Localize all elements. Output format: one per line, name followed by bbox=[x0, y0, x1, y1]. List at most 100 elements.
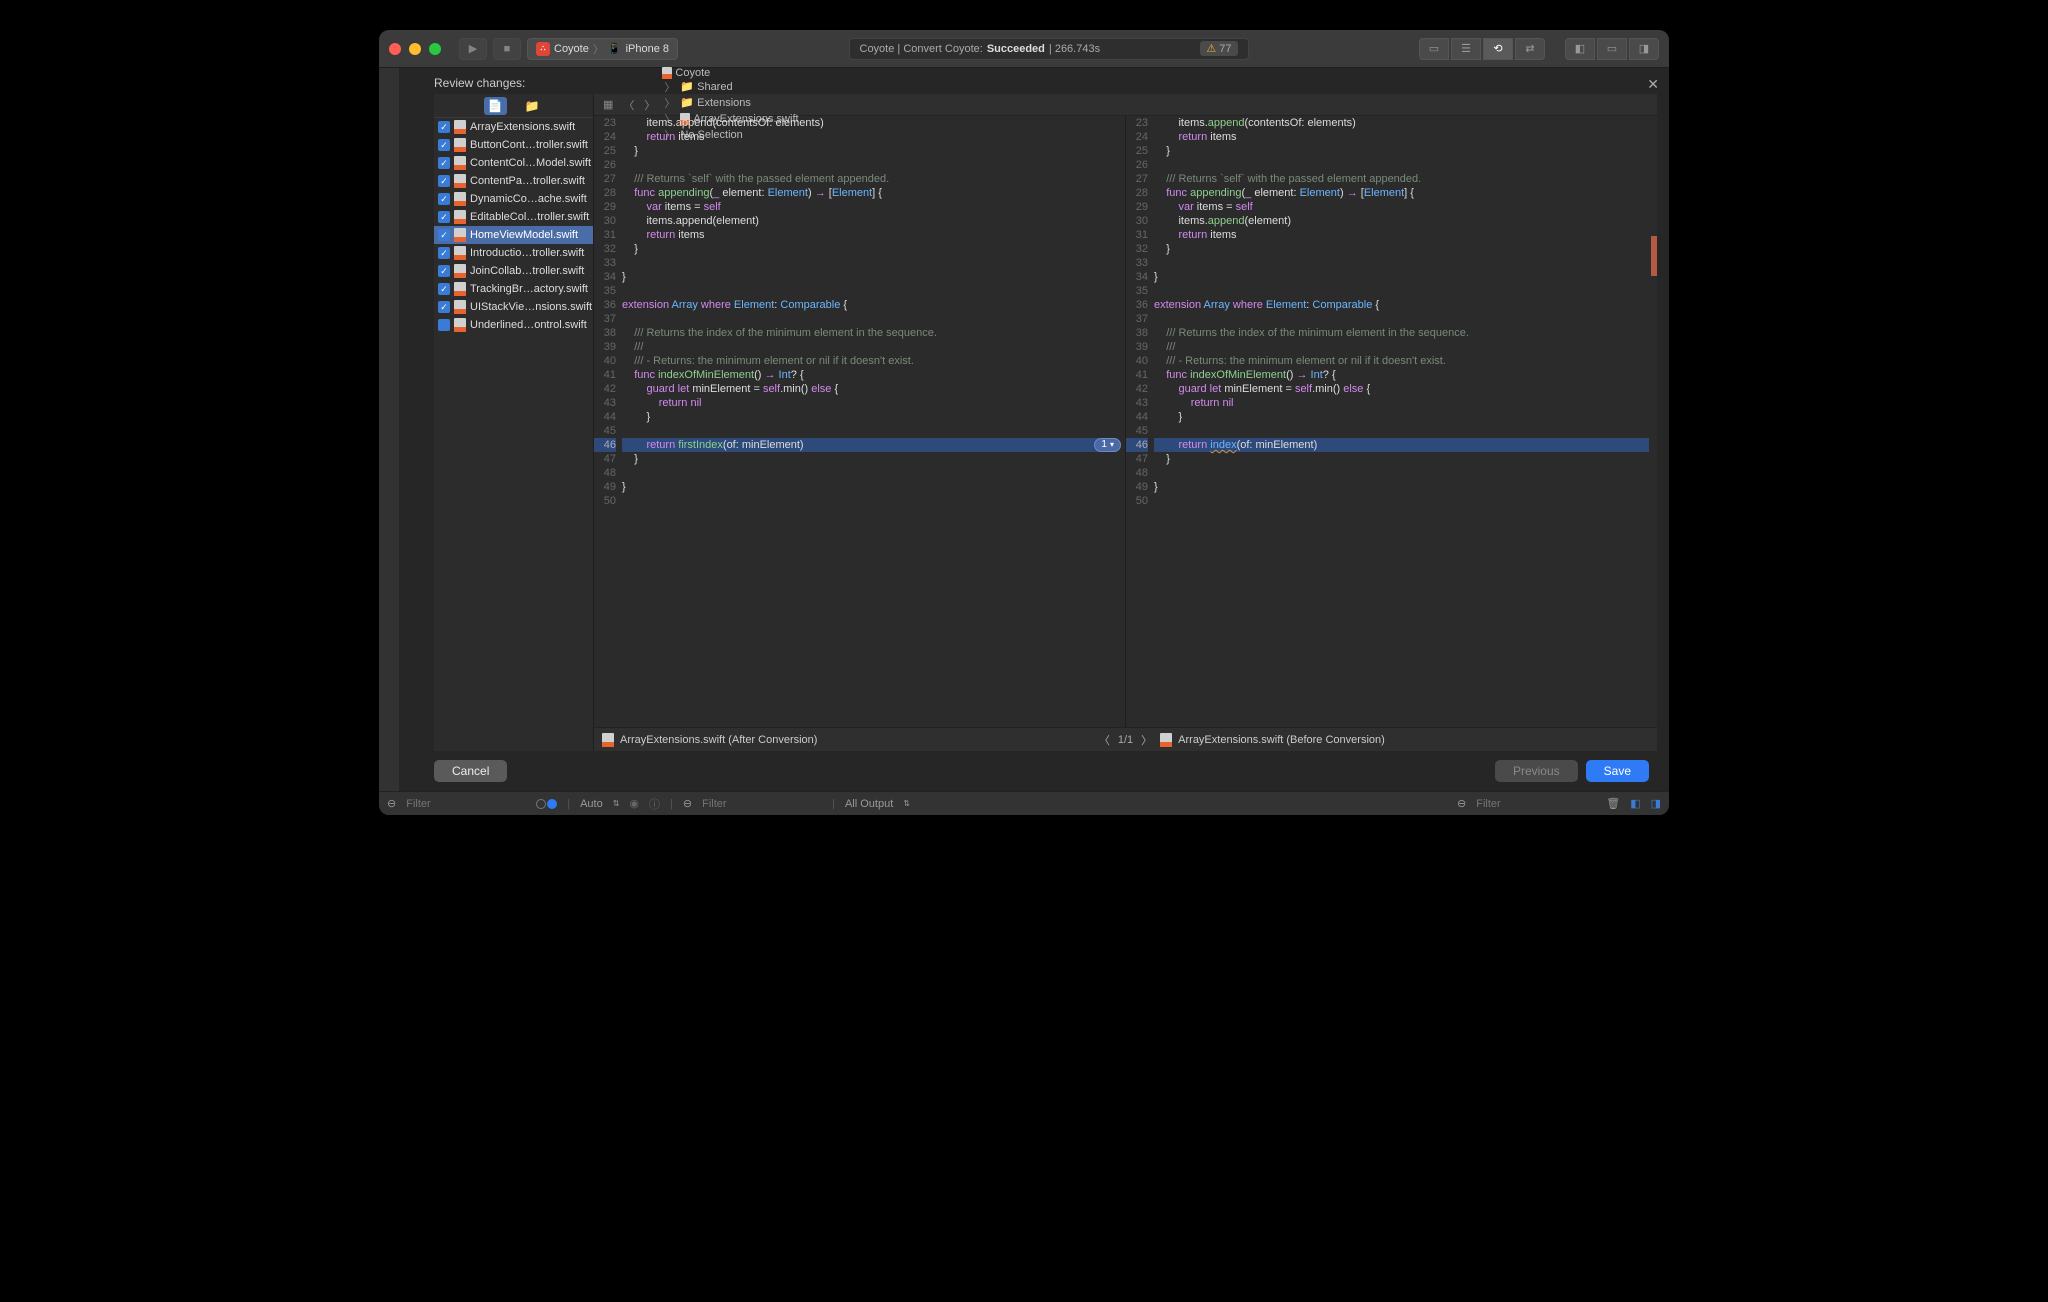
checkbox[interactable]: ✓ bbox=[438, 229, 450, 241]
next-change[interactable]: 〉 bbox=[1141, 732, 1152, 748]
run-button[interactable]: ▶ bbox=[459, 38, 487, 60]
trash-icon[interactable]: 🗑 bbox=[1606, 797, 1620, 810]
file-item[interactable]: ✓ContentPa…troller.swift bbox=[434, 172, 593, 190]
code-line[interactable]: var items = self bbox=[622, 200, 1117, 214]
checkbox[interactable]: ✓ bbox=[438, 283, 450, 295]
code-line[interactable]: } bbox=[1154, 480, 1649, 494]
file-item[interactable]: ✓Introductio…troller.swift bbox=[434, 244, 593, 262]
code-line[interactable]: } bbox=[622, 410, 1117, 424]
code-line[interactable]: return items bbox=[622, 130, 1117, 144]
code-line[interactable] bbox=[1154, 256, 1649, 270]
checkbox[interactable]: ✓ bbox=[438, 211, 450, 223]
code-line[interactable]: /// - Returns: the minimum element or ni… bbox=[1154, 354, 1649, 368]
split-left-icon[interactable]: ◧ bbox=[1630, 797, 1640, 810]
code-line[interactable]: } bbox=[1154, 452, 1649, 466]
split-right-icon[interactable]: ◨ bbox=[1651, 797, 1661, 810]
code-line[interactable] bbox=[622, 284, 1117, 298]
code-line[interactable]: } bbox=[622, 480, 1117, 494]
standard-editor[interactable]: ▭ bbox=[1419, 38, 1449, 60]
minimap[interactable] bbox=[1651, 126, 1657, 571]
code-line[interactable]: /// bbox=[1154, 340, 1649, 354]
code-line[interactable]: } bbox=[622, 452, 1117, 466]
file-item[interactable]: ✓ButtonCont…troller.swift bbox=[434, 136, 593, 154]
related-items-icon[interactable]: ▦ bbox=[600, 98, 616, 111]
code-line[interactable]: /// Returns the index of the minimum ele… bbox=[1154, 326, 1649, 340]
code-line[interactable]: } bbox=[1154, 410, 1649, 424]
code-line[interactable]: return nil bbox=[1154, 396, 1649, 410]
checkbox[interactable]: ✓ bbox=[438, 301, 450, 313]
code-line[interactable]: } bbox=[1154, 242, 1649, 256]
review-editor[interactable]: ⇄ bbox=[1515, 38, 1545, 60]
code-line[interactable]: extension Array where Element: Comparabl… bbox=[622, 298, 1117, 312]
file-item[interactable]: ✓ArrayExtensions.swift bbox=[434, 118, 593, 136]
code-line[interactable]: } bbox=[1154, 270, 1649, 284]
scope-toggle[interactable] bbox=[536, 799, 557, 809]
file-item[interactable]: ✓JoinCollab…troller.swift bbox=[434, 262, 593, 280]
breadcrumb-item[interactable]: 〉📁Extensions bbox=[662, 95, 798, 111]
zoom-window[interactable] bbox=[429, 43, 441, 55]
auto-label[interactable]: Auto bbox=[580, 798, 603, 810]
all-output-label[interactable]: All Output bbox=[845, 798, 893, 810]
code-line[interactable]: items.append(element) bbox=[622, 214, 1117, 228]
file-item[interactable]: ✓HomeViewModel.swift bbox=[434, 226, 593, 244]
change-stepper[interactable]: 1▾ bbox=[1094, 438, 1121, 452]
code-line[interactable] bbox=[1154, 312, 1649, 326]
checkbox[interactable]: ✓ bbox=[438, 139, 450, 151]
code-line[interactable]: /// Returns `self` with the passed eleme… bbox=[622, 172, 1117, 186]
code-line[interactable] bbox=[1154, 424, 1649, 438]
code-line[interactable]: /// Returns `self` with the passed eleme… bbox=[1154, 172, 1649, 186]
toggle-inspector[interactable]: ◨ bbox=[1629, 38, 1659, 60]
code-line[interactable]: return index(of: minElement) bbox=[1154, 438, 1649, 452]
file-item[interactable]: ✓EditableCol…troller.swift bbox=[434, 208, 593, 226]
cancel-button[interactable]: Cancel bbox=[434, 760, 507, 782]
code-line[interactable] bbox=[1154, 494, 1649, 508]
before-pane[interactable]: 2324252627282930313233343536373839404142… bbox=[1126, 116, 1657, 727]
code-line[interactable] bbox=[1154, 284, 1649, 298]
scheme-selector[interactable]: ∴ Coyote 〉 📱 iPhone 8 bbox=[527, 38, 678, 60]
code-line[interactable]: /// Returns the index of the minimum ele… bbox=[622, 326, 1117, 340]
code-line[interactable]: items.append(contentsOf: elements) bbox=[622, 116, 1117, 130]
close-window[interactable] bbox=[389, 43, 401, 55]
code-line[interactable]: guard let minElement = self.min() else { bbox=[1154, 382, 1649, 396]
checkbox[interactable]: ✓ bbox=[438, 175, 450, 187]
breadcrumb-item[interactable]: 〉📁Shared bbox=[662, 79, 798, 95]
code-line[interactable]: /// - Returns: the minimum element or ni… bbox=[622, 354, 1117, 368]
view-by-file-tab[interactable]: 📄 bbox=[484, 97, 507, 115]
file-list[interactable]: ✓ArrayExtensions.swift✓ButtonCont…trolle… bbox=[434, 118, 593, 751]
close-icon[interactable]: ✕ bbox=[1647, 76, 1659, 93]
code-line[interactable]: var items = self bbox=[1154, 200, 1649, 214]
code-line[interactable]: func appending(_ element: Element) → [El… bbox=[1154, 186, 1649, 200]
console-filter[interactable] bbox=[702, 798, 822, 810]
checkbox[interactable] bbox=[438, 319, 450, 331]
right-filter[interactable] bbox=[1476, 798, 1596, 810]
back-button[interactable]: 〈 bbox=[620, 97, 637, 113]
code-line[interactable]: return items bbox=[1154, 228, 1649, 242]
code-line[interactable] bbox=[1154, 466, 1649, 480]
code-line[interactable]: } bbox=[622, 270, 1117, 284]
code-line[interactable] bbox=[622, 424, 1117, 438]
checkbox[interactable]: ✓ bbox=[438, 247, 450, 259]
code-line[interactable]: items.append(element) bbox=[1154, 214, 1649, 228]
code-line[interactable]: return nil bbox=[622, 396, 1117, 410]
prev-change[interactable]: 〈 bbox=[1099, 732, 1110, 748]
code-line[interactable]: func indexOfMinElement() → Int? { bbox=[1154, 368, 1649, 382]
checkbox[interactable]: ✓ bbox=[438, 157, 450, 169]
code-line[interactable]: } bbox=[622, 242, 1117, 256]
code-line[interactable] bbox=[622, 256, 1117, 270]
code-line[interactable] bbox=[622, 494, 1117, 508]
version-editor[interactable]: ⟲ bbox=[1483, 38, 1513, 60]
code-line[interactable] bbox=[622, 312, 1117, 326]
code-line[interactable]: func appending(_ element: Element) → [El… bbox=[622, 186, 1117, 200]
variables-filter[interactable] bbox=[406, 798, 526, 810]
checkbox[interactable]: ✓ bbox=[438, 265, 450, 277]
view-by-folder-tab[interactable]: 📁 bbox=[521, 97, 544, 115]
code-line[interactable]: return firstIndex(of: minElement) bbox=[622, 438, 1117, 452]
code-line[interactable]: } bbox=[1154, 144, 1649, 158]
code-line[interactable]: guard let minElement = self.min() else { bbox=[622, 382, 1117, 396]
info-icon[interactable]: ⓘ bbox=[649, 796, 660, 812]
forward-button[interactable]: 〉 bbox=[641, 97, 658, 113]
code-line[interactable]: extension Array where Element: Comparabl… bbox=[1154, 298, 1649, 312]
toggle-debug[interactable]: ▭ bbox=[1597, 38, 1627, 60]
eye-icon[interactable]: ◉ bbox=[629, 797, 639, 810]
navigator-collapsed[interactable] bbox=[379, 68, 399, 791]
